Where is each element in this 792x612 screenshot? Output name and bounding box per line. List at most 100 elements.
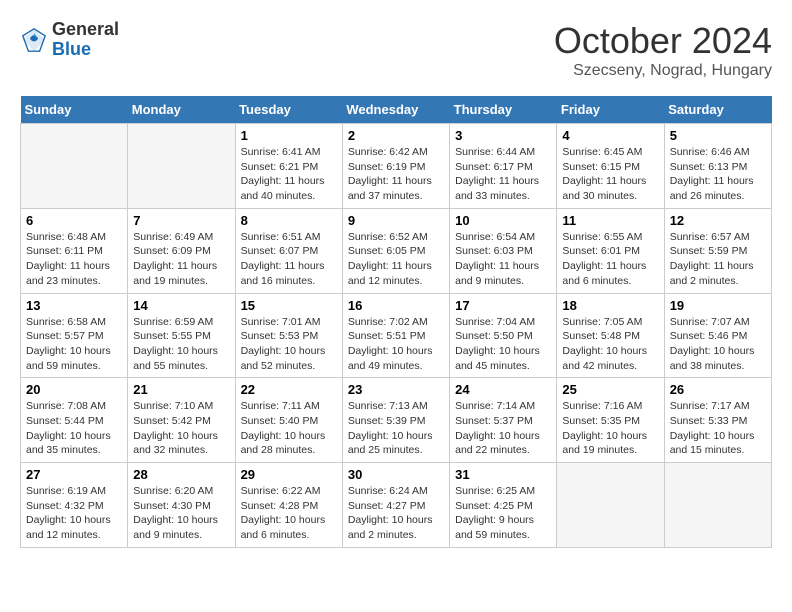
col-header-monday: Monday <box>128 96 235 124</box>
calendar-cell: 4 Sunrise: 6:45 AMSunset: 6:15 PMDaylight… <box>557 124 664 209</box>
day-number: 22 <box>241 382 337 397</box>
day-info: Sunrise: 6:52 AMSunset: 6:05 PMDaylight:… <box>348 230 444 289</box>
day-number: 25 <box>562 382 658 397</box>
calendar-cell: 23 Sunrise: 7:13 AMSunset: 5:39 PMDayligh… <box>342 378 449 463</box>
day-number: 1 <box>241 128 337 143</box>
location: Szecseny, Nograd, Hungary <box>554 62 772 80</box>
day-info: Sunrise: 6:25 AMSunset: 4:25 PMDaylight:… <box>455 484 551 543</box>
day-number: 3 <box>455 128 551 143</box>
calendar-cell: 21 Sunrise: 7:10 AMSunset: 5:42 PMDayligh… <box>128 378 235 463</box>
day-info: Sunrise: 7:16 AMSunset: 5:35 PMDaylight:… <box>562 399 658 458</box>
day-info: Sunrise: 6:48 AMSunset: 6:11 PMDaylight:… <box>26 230 122 289</box>
week-row-1: 1 Sunrise: 6:41 AMSunset: 6:21 PMDaylight… <box>21 124 772 209</box>
day-number: 14 <box>133 298 229 313</box>
day-info: Sunrise: 7:07 AMSunset: 5:46 PMDaylight:… <box>670 315 766 374</box>
day-number: 9 <box>348 213 444 228</box>
calendar-cell <box>21 124 128 209</box>
day-info: Sunrise: 7:14 AMSunset: 5:37 PMDaylight:… <box>455 399 551 458</box>
calendar-cell: 18 Sunrise: 7:05 AMSunset: 5:48 PMDayligh… <box>557 293 664 378</box>
calendar-cell: 14Sunrise: 6:59 AMSunset: 5:55 PMDayligh… <box>128 293 235 378</box>
logo-blue: Blue <box>52 40 119 60</box>
day-info: Sunrise: 7:10 AMSunset: 5:42 PMDaylight:… <box>133 399 229 458</box>
day-number: 10 <box>455 213 551 228</box>
logo: General Blue <box>20 20 119 60</box>
col-header-tuesday: Tuesday <box>235 96 342 124</box>
day-info: Sunrise: 7:02 AMSunset: 5:51 PMDaylight:… <box>348 315 444 374</box>
calendar-cell <box>557 463 664 548</box>
day-info: Sunrise: 6:57 AMSunset: 5:59 PMDaylight:… <box>670 230 766 289</box>
day-info: Sunrise: 7:01 AMSunset: 5:53 PMDaylight:… <box>241 315 337 374</box>
calendar-cell: 17 Sunrise: 7:04 AMSunset: 5:50 PMDayligh… <box>450 293 557 378</box>
col-header-saturday: Saturday <box>664 96 771 124</box>
day-info: Sunrise: 7:13 AMSunset: 5:39 PMDaylight:… <box>348 399 444 458</box>
day-info: Sunrise: 6:45 AMSunset: 6:15 PMDaylight:… <box>562 145 658 204</box>
calendar-cell: 15 Sunrise: 7:01 AMSunset: 5:53 PMDayligh… <box>235 293 342 378</box>
day-info: Sunrise: 6:42 AMSunset: 6:19 PMDaylight:… <box>348 145 444 204</box>
day-info: Sunrise: 6:44 AMSunset: 6:17 PMDaylight:… <box>455 145 551 204</box>
calendar-cell: 30 Sunrise: 6:24 AMSunset: 4:27 PMDayligh… <box>342 463 449 548</box>
day-number: 18 <box>562 298 658 313</box>
day-info: Sunrise: 6:20 AMSunset: 4:30 PMDaylight:… <box>133 484 229 543</box>
day-number: 7 <box>133 213 229 228</box>
col-header-wednesday: Wednesday <box>342 96 449 124</box>
day-number: 23 <box>348 382 444 397</box>
day-number: 31 <box>455 467 551 482</box>
day-number: 26 <box>670 382 766 397</box>
day-info: Sunrise: 7:05 AMSunset: 5:48 PMDaylight:… <box>562 315 658 374</box>
day-info: Sunrise: 6:41 AMSunset: 6:21 PMDaylight:… <box>241 145 337 204</box>
day-info: Sunrise: 6:51 AMSunset: 6:07 PMDaylight:… <box>241 230 337 289</box>
day-info: Sunrise: 6:19 AMSunset: 4:32 PMDaylight:… <box>26 484 122 543</box>
title-block: October 2024 Szecseny, Nograd, Hungary <box>554 20 772 80</box>
calendar-cell: 11Sunrise: 6:55 AMSunset: 6:01 PMDayligh… <box>557 208 664 293</box>
day-number: 4 <box>562 128 658 143</box>
calendar-cell: 9 Sunrise: 6:52 AMSunset: 6:05 PMDaylight… <box>342 208 449 293</box>
col-header-thursday: Thursday <box>450 96 557 124</box>
calendar-cell: 25 Sunrise: 7:16 AMSunset: 5:35 PMDayligh… <box>557 378 664 463</box>
calendar-cell <box>664 463 771 548</box>
logo-icon <box>20 26 48 54</box>
calendar-cell: 27Sunrise: 6:19 AMSunset: 4:32 PMDayligh… <box>21 463 128 548</box>
calendar-cell: 20 Sunrise: 7:08 AMSunset: 5:44 PMDayligh… <box>21 378 128 463</box>
calendar-cell: 24 Sunrise: 7:14 AMSunset: 5:37 PMDayligh… <box>450 378 557 463</box>
day-number: 8 <box>241 213 337 228</box>
calendar-cell: 26 Sunrise: 7:17 AMSunset: 5:33 PMDayligh… <box>664 378 771 463</box>
day-number: 2 <box>348 128 444 143</box>
day-number: 17 <box>455 298 551 313</box>
week-row-5: 27Sunrise: 6:19 AMSunset: 4:32 PMDayligh… <box>21 463 772 548</box>
day-number: 12 <box>670 213 766 228</box>
day-info: Sunrise: 6:22 AMSunset: 4:28 PMDaylight:… <box>241 484 337 543</box>
calendar-cell: 22Sunrise: 7:11 AMSunset: 5:40 PMDayligh… <box>235 378 342 463</box>
day-number: 20 <box>26 382 122 397</box>
day-number: 29 <box>241 467 337 482</box>
day-info: Sunrise: 6:24 AMSunset: 4:27 PMDaylight:… <box>348 484 444 543</box>
day-number: 16 <box>348 298 444 313</box>
day-number: 19 <box>670 298 766 313</box>
day-info: Sunrise: 7:04 AMSunset: 5:50 PMDaylight:… <box>455 315 551 374</box>
calendar-cell: 5 Sunrise: 6:46 AMSunset: 6:13 PMDaylight… <box>664 124 771 209</box>
day-info: Sunrise: 6:46 AMSunset: 6:13 PMDaylight:… <box>670 145 766 204</box>
day-number: 15 <box>241 298 337 313</box>
calendar-table: SundayMondayTuesdayWednesdayThursdayFrid… <box>20 96 772 548</box>
day-number: 28 <box>133 467 229 482</box>
day-number: 30 <box>348 467 444 482</box>
week-row-3: 13 Sunrise: 6:58 AMSunset: 5:57 PMDayligh… <box>21 293 772 378</box>
day-number: 5 <box>670 128 766 143</box>
day-info: Sunrise: 7:08 AMSunset: 5:44 PMDaylight:… <box>26 399 122 458</box>
day-number: 11 <box>562 213 658 228</box>
calendar-cell: 2 Sunrise: 6:42 AMSunset: 6:19 PMDaylight… <box>342 124 449 209</box>
page-header: General Blue October 2024 Szecseny, Nogr… <box>20 20 772 80</box>
day-info: Sunrise: 7:17 AMSunset: 5:33 PMDaylight:… <box>670 399 766 458</box>
day-number: 21 <box>133 382 229 397</box>
calendar-cell: 12 Sunrise: 6:57 AMSunset: 5:59 PMDayligh… <box>664 208 771 293</box>
month-title: October 2024 <box>554 20 772 62</box>
calendar-cell: 16 Sunrise: 7:02 AMSunset: 5:51 PMDayligh… <box>342 293 449 378</box>
day-number: 24 <box>455 382 551 397</box>
day-number: 13 <box>26 298 122 313</box>
week-row-4: 20 Sunrise: 7:08 AMSunset: 5:44 PMDayligh… <box>21 378 772 463</box>
calendar-cell: 19 Sunrise: 7:07 AMSunset: 5:46 PMDayligh… <box>664 293 771 378</box>
day-info: Sunrise: 6:49 AMSunset: 6:09 PMDaylight:… <box>133 230 229 289</box>
calendar-cell <box>128 124 235 209</box>
day-number: 6 <box>26 213 122 228</box>
col-header-sunday: Sunday <box>21 96 128 124</box>
day-info: Sunrise: 6:58 AMSunset: 5:57 PMDaylight:… <box>26 315 122 374</box>
